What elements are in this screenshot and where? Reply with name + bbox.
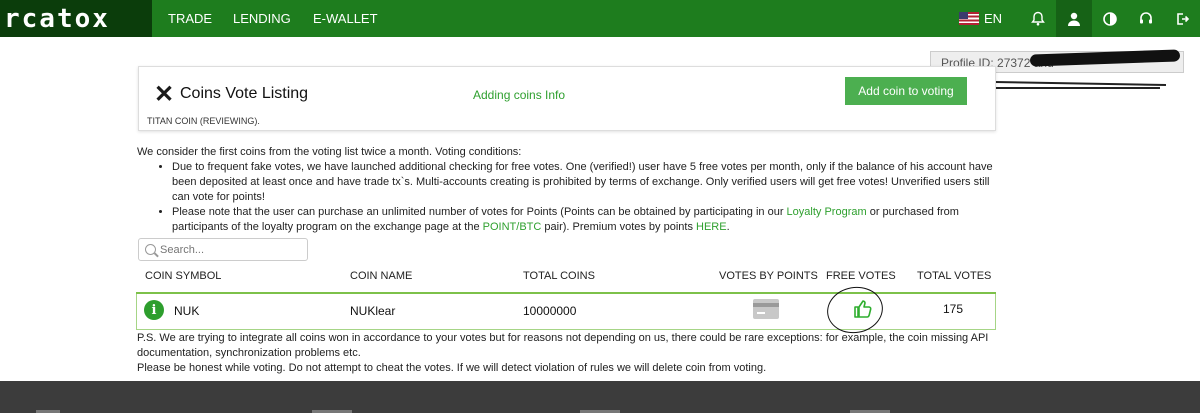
bell-icon[interactable] — [1020, 0, 1056, 37]
loyalty-program-link[interactable]: Loyalty Program — [787, 206, 867, 218]
x-logo-icon: ✕ — [154, 81, 175, 108]
condition-text: pair). Premium votes by points — [544, 221, 693, 233]
search-box[interactable] — [138, 238, 308, 261]
condition-item: Due to frequent fake votes, we have laun… — [172, 160, 997, 205]
condition-text: . — [726, 221, 730, 233]
adding-coins-info-link[interactable]: Adding coins Info — [473, 88, 565, 102]
headset-icon[interactable] — [1128, 0, 1164, 37]
search-input[interactable] — [160, 243, 300, 256]
language-selector[interactable]: EN — [958, 11, 1002, 26]
nav-lending[interactable]: LENDING — [233, 0, 291, 37]
conditions-intro: We consider the first coins from the vot… — [137, 146, 522, 158]
nav-trade[interactable]: TRADE — [168, 0, 212, 37]
ps-warning: Please be honest while voting. Do not at… — [137, 362, 767, 374]
ps-note: P.S. We are trying to integrate all coin… — [137, 331, 997, 376]
contrast-icon[interactable] — [1092, 0, 1128, 37]
logout-icon[interactable] — [1164, 0, 1200, 37]
ps-text: P.S. We are trying to integrate all coin… — [137, 332, 989, 359]
footer — [0, 381, 1200, 413]
total-votes: 175 — [943, 302, 964, 316]
conditions-list: Due to frequent fake votes, we have laun… — [172, 160, 997, 235]
info-icon[interactable]: i — [144, 300, 164, 320]
header-coin-name: COIN NAME — [350, 270, 413, 282]
coin-name: NUKlear — [350, 304, 396, 318]
search-icon — [145, 244, 156, 255]
voting-conditions: We consider the first coins from the vot… — [137, 145, 997, 235]
page-title: Coins Vote Listing — [180, 85, 309, 102]
reviewing-status: TITAN COIN (REVIEWING). — [147, 116, 260, 126]
total-coins: 10000000 — [523, 304, 577, 318]
user-icon[interactable] — [1056, 0, 1092, 37]
header-votes-by-points: VOTES BY POINTS — [719, 270, 818, 282]
here-link[interactable]: HERE — [696, 221, 727, 233]
vote-listing-card: ✕ Coins Vote Listing Adding coins Info A… — [138, 66, 996, 131]
top-navbar: rcatox TRADE LENDING E-WALLET EN — [0, 0, 1200, 37]
us-flag-icon — [958, 12, 979, 25]
header-free-votes: FREE VOTES — [826, 270, 896, 282]
add-coin-button[interactable]: Add coin to voting — [845, 77, 967, 105]
logo-text: rcatox — [4, 3, 110, 34]
condition-item: Please note that the user can purchase a… — [172, 205, 997, 235]
header-coin-symbol: COIN SYMBOL — [145, 270, 222, 282]
coin-symbol: NUK — [174, 304, 200, 318]
condition-text: Please note that the user can purchase a… — [172, 206, 784, 218]
language-label: EN — [983, 11, 1002, 26]
header-total-votes: TOTAL VOTES — [917, 270, 992, 282]
vote-by-points-card-icon[interactable] — [753, 299, 779, 319]
top-right-controls: EN — [958, 0, 1200, 37]
header-total-coins: TOTAL COINS — [523, 270, 595, 282]
logo[interactable]: rcatox — [0, 0, 152, 37]
nav-e-wallet[interactable]: E-WALLET — [313, 0, 378, 37]
point-btc-link[interactable]: POINT/BTC — [483, 221, 542, 233]
